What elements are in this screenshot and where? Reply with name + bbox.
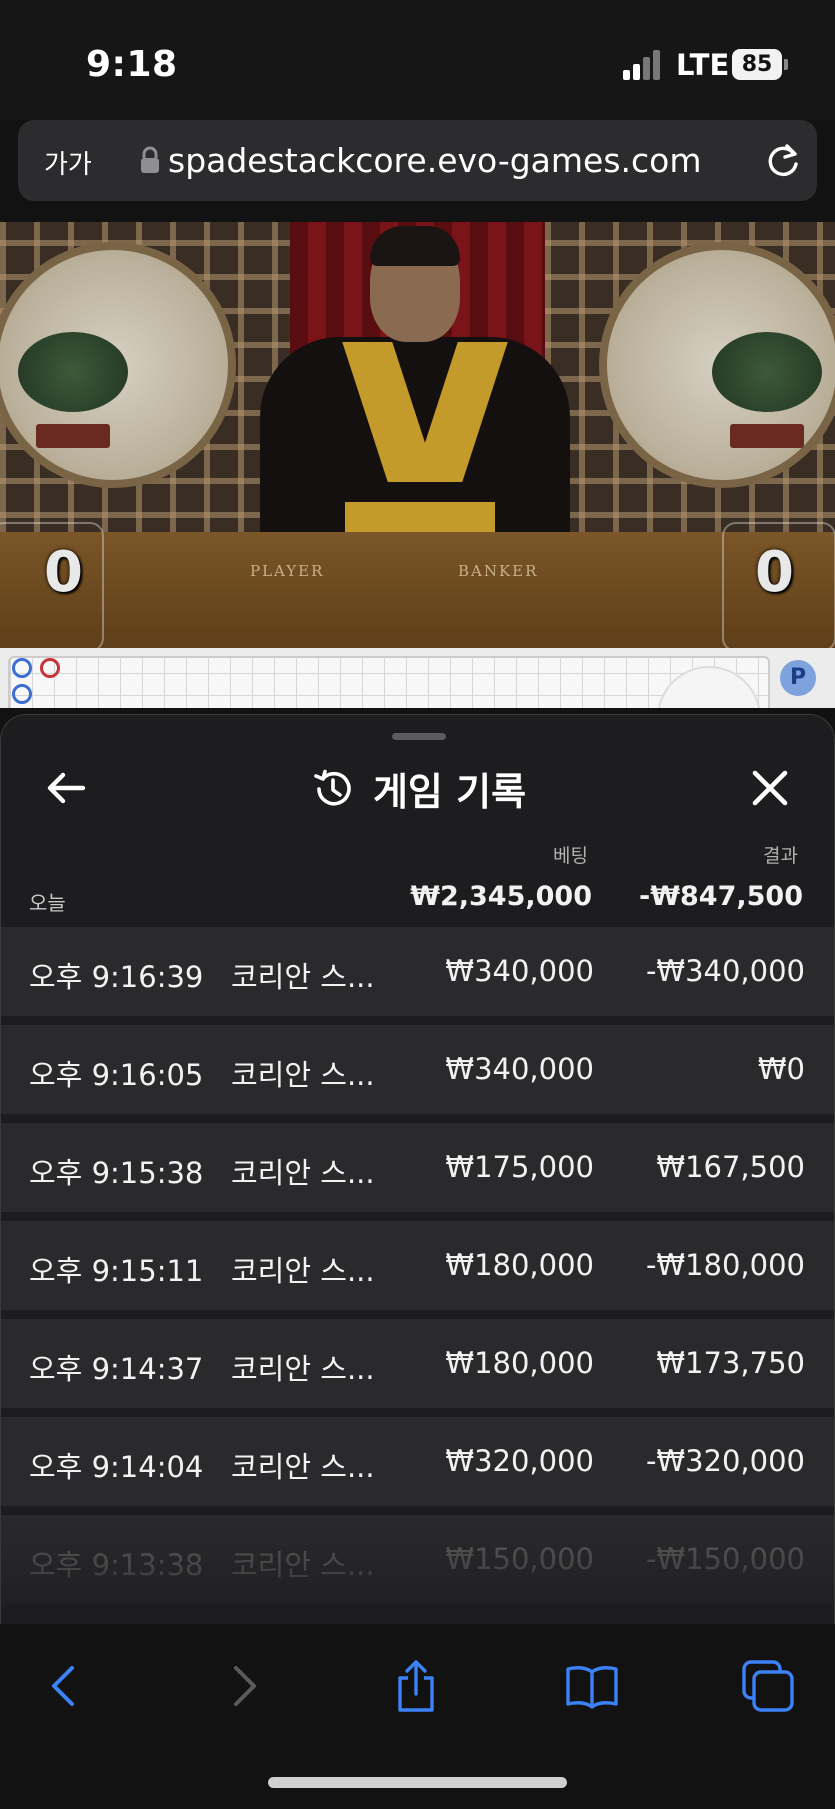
lock-icon bbox=[141, 146, 159, 173]
row-result: -₩180,000 bbox=[645, 1248, 805, 1282]
live-video[interactable]: PLAYER BANKER 0 0 bbox=[0, 222, 835, 648]
row-time: 오후 9:15:38 bbox=[29, 1156, 204, 1190]
history-list: 오후 9:16:39 코리안 스... ₩340,000 -₩340,000 오… bbox=[1, 927, 834, 1613]
row-bet: ₩150,000 bbox=[445, 1542, 594, 1576]
clock: 9:18 bbox=[86, 44, 178, 85]
player-marker bbox=[12, 684, 32, 704]
banker-score: 0 bbox=[755, 540, 794, 605]
row-game: 코리안 스... bbox=[231, 1548, 375, 1582]
row-game: 코리안 스... bbox=[231, 1352, 375, 1386]
row-bet: ₩175,000 bbox=[445, 1150, 594, 1184]
game-history-panel: 게임 기록 베팅 결과 오늘 ₩2,345,000 -₩847,500 오후 9… bbox=[0, 714, 835, 1624]
battery-level: 85 bbox=[732, 49, 782, 80]
row-bet: ₩320,000 bbox=[445, 1444, 594, 1478]
address-bar[interactable]: 가가 spadestackcore.evo-games.com bbox=[18, 120, 817, 201]
row-bet: ₩340,000 bbox=[445, 1052, 594, 1086]
dealer bbox=[200, 226, 620, 557]
row-result: -₩340,000 bbox=[645, 954, 805, 988]
row-result: ₩173,750 bbox=[656, 1346, 805, 1380]
banker-marker bbox=[40, 658, 60, 678]
url-text[interactable]: spadestackcore.evo-games.com bbox=[168, 141, 702, 180]
today-bet-total: ₩2,345,000 bbox=[410, 881, 592, 912]
bookmarks-icon[interactable] bbox=[564, 1658, 620, 1714]
history-row[interactable]: 오후 9:14:04 코리안 스... ₩320,000 -₩320,000 bbox=[1, 1417, 834, 1506]
player-marker bbox=[12, 658, 32, 678]
history-icon bbox=[314, 769, 351, 805]
row-time: 오후 9:14:04 bbox=[29, 1450, 204, 1484]
row-bet: ₩340,000 bbox=[445, 954, 594, 988]
panel-title: 게임 기록 bbox=[372, 770, 527, 814]
player-label: PLAYER bbox=[250, 562, 325, 580]
row-result: -₩320,000 bbox=[645, 1444, 805, 1478]
row-time: 오후 9:16:39 bbox=[29, 960, 204, 994]
row-time: 오후 9:16:05 bbox=[29, 1058, 204, 1092]
row-time: 오후 9:13:38 bbox=[29, 1548, 204, 1582]
today-result-total: -₩847,500 bbox=[639, 881, 803, 912]
row-game: 코리안 스... bbox=[231, 1058, 375, 1092]
status-bar: 9:18 LTE 85 bbox=[0, 0, 835, 120]
row-result: -₩150,000 bbox=[645, 1542, 805, 1576]
history-row[interactable]: 오후 9:15:38 코리안 스... ₩175,000 ₩167,500 bbox=[1, 1123, 834, 1212]
history-row[interactable]: 오후 9:16:05 코리안 스... ₩340,000 ₩0 bbox=[1, 1025, 834, 1114]
bead-road[interactable]: P bbox=[0, 648, 835, 708]
row-result: ₩0 bbox=[757, 1052, 805, 1086]
player-score: 0 bbox=[44, 540, 83, 605]
battery-icon: 85 bbox=[732, 49, 788, 80]
baccarat-table bbox=[0, 532, 835, 648]
reload-icon[interactable] bbox=[763, 140, 803, 180]
road-grid bbox=[8, 656, 770, 708]
chevron-left-icon[interactable] bbox=[36, 1658, 92, 1714]
home-indicator bbox=[268, 1777, 567, 1788]
row-game: 코리안 스... bbox=[231, 1156, 375, 1190]
row-game: 코리안 스... bbox=[231, 960, 375, 994]
text-size-button[interactable]: 가가 bbox=[44, 144, 92, 181]
bonsai-right bbox=[712, 332, 822, 462]
panel-header: 게임 기록 bbox=[1, 761, 834, 816]
history-row[interactable]: 오후 9:14:37 코리안 스... ₩180,000 ₩173,750 bbox=[1, 1319, 834, 1408]
row-game: 코리안 스... bbox=[231, 1254, 375, 1288]
drag-handle[interactable] bbox=[392, 733, 446, 740]
row-time: 오후 9:14:37 bbox=[29, 1352, 204, 1386]
cell-signal-icon bbox=[623, 48, 663, 80]
tabs-icon[interactable] bbox=[740, 1658, 796, 1714]
history-row[interactable]: 오후 9:16:39 코리안 스... ₩340,000 -₩340,000 bbox=[1, 927, 834, 1016]
today-label: 오늘 bbox=[29, 891, 66, 915]
row-time: 오후 9:15:11 bbox=[29, 1254, 204, 1288]
banker-label: BANKER bbox=[458, 562, 539, 580]
row-bet: ₩180,000 bbox=[445, 1248, 594, 1282]
chevron-right-icon[interactable] bbox=[216, 1658, 272, 1714]
history-row[interactable]: 오후 9:13:38 코리안 스... ₩150,000 -₩150,000 bbox=[1, 1515, 834, 1604]
share-icon[interactable] bbox=[388, 1658, 444, 1714]
bet-column-header: 베팅 bbox=[553, 845, 588, 867]
history-row[interactable]: 오후 9:15:11 코리안 스... ₩180,000 -₩180,000 bbox=[1, 1221, 834, 1310]
result-column-header: 결과 bbox=[763, 845, 798, 867]
row-result: ₩167,500 bbox=[656, 1150, 805, 1184]
player-predict-badge[interactable]: P bbox=[780, 660, 816, 696]
row-bet: ₩180,000 bbox=[445, 1346, 594, 1380]
close-icon[interactable] bbox=[747, 765, 793, 811]
bonsai-left bbox=[18, 332, 128, 462]
network-type: LTE bbox=[676, 48, 730, 82]
row-game: 코리안 스... bbox=[231, 1450, 375, 1484]
